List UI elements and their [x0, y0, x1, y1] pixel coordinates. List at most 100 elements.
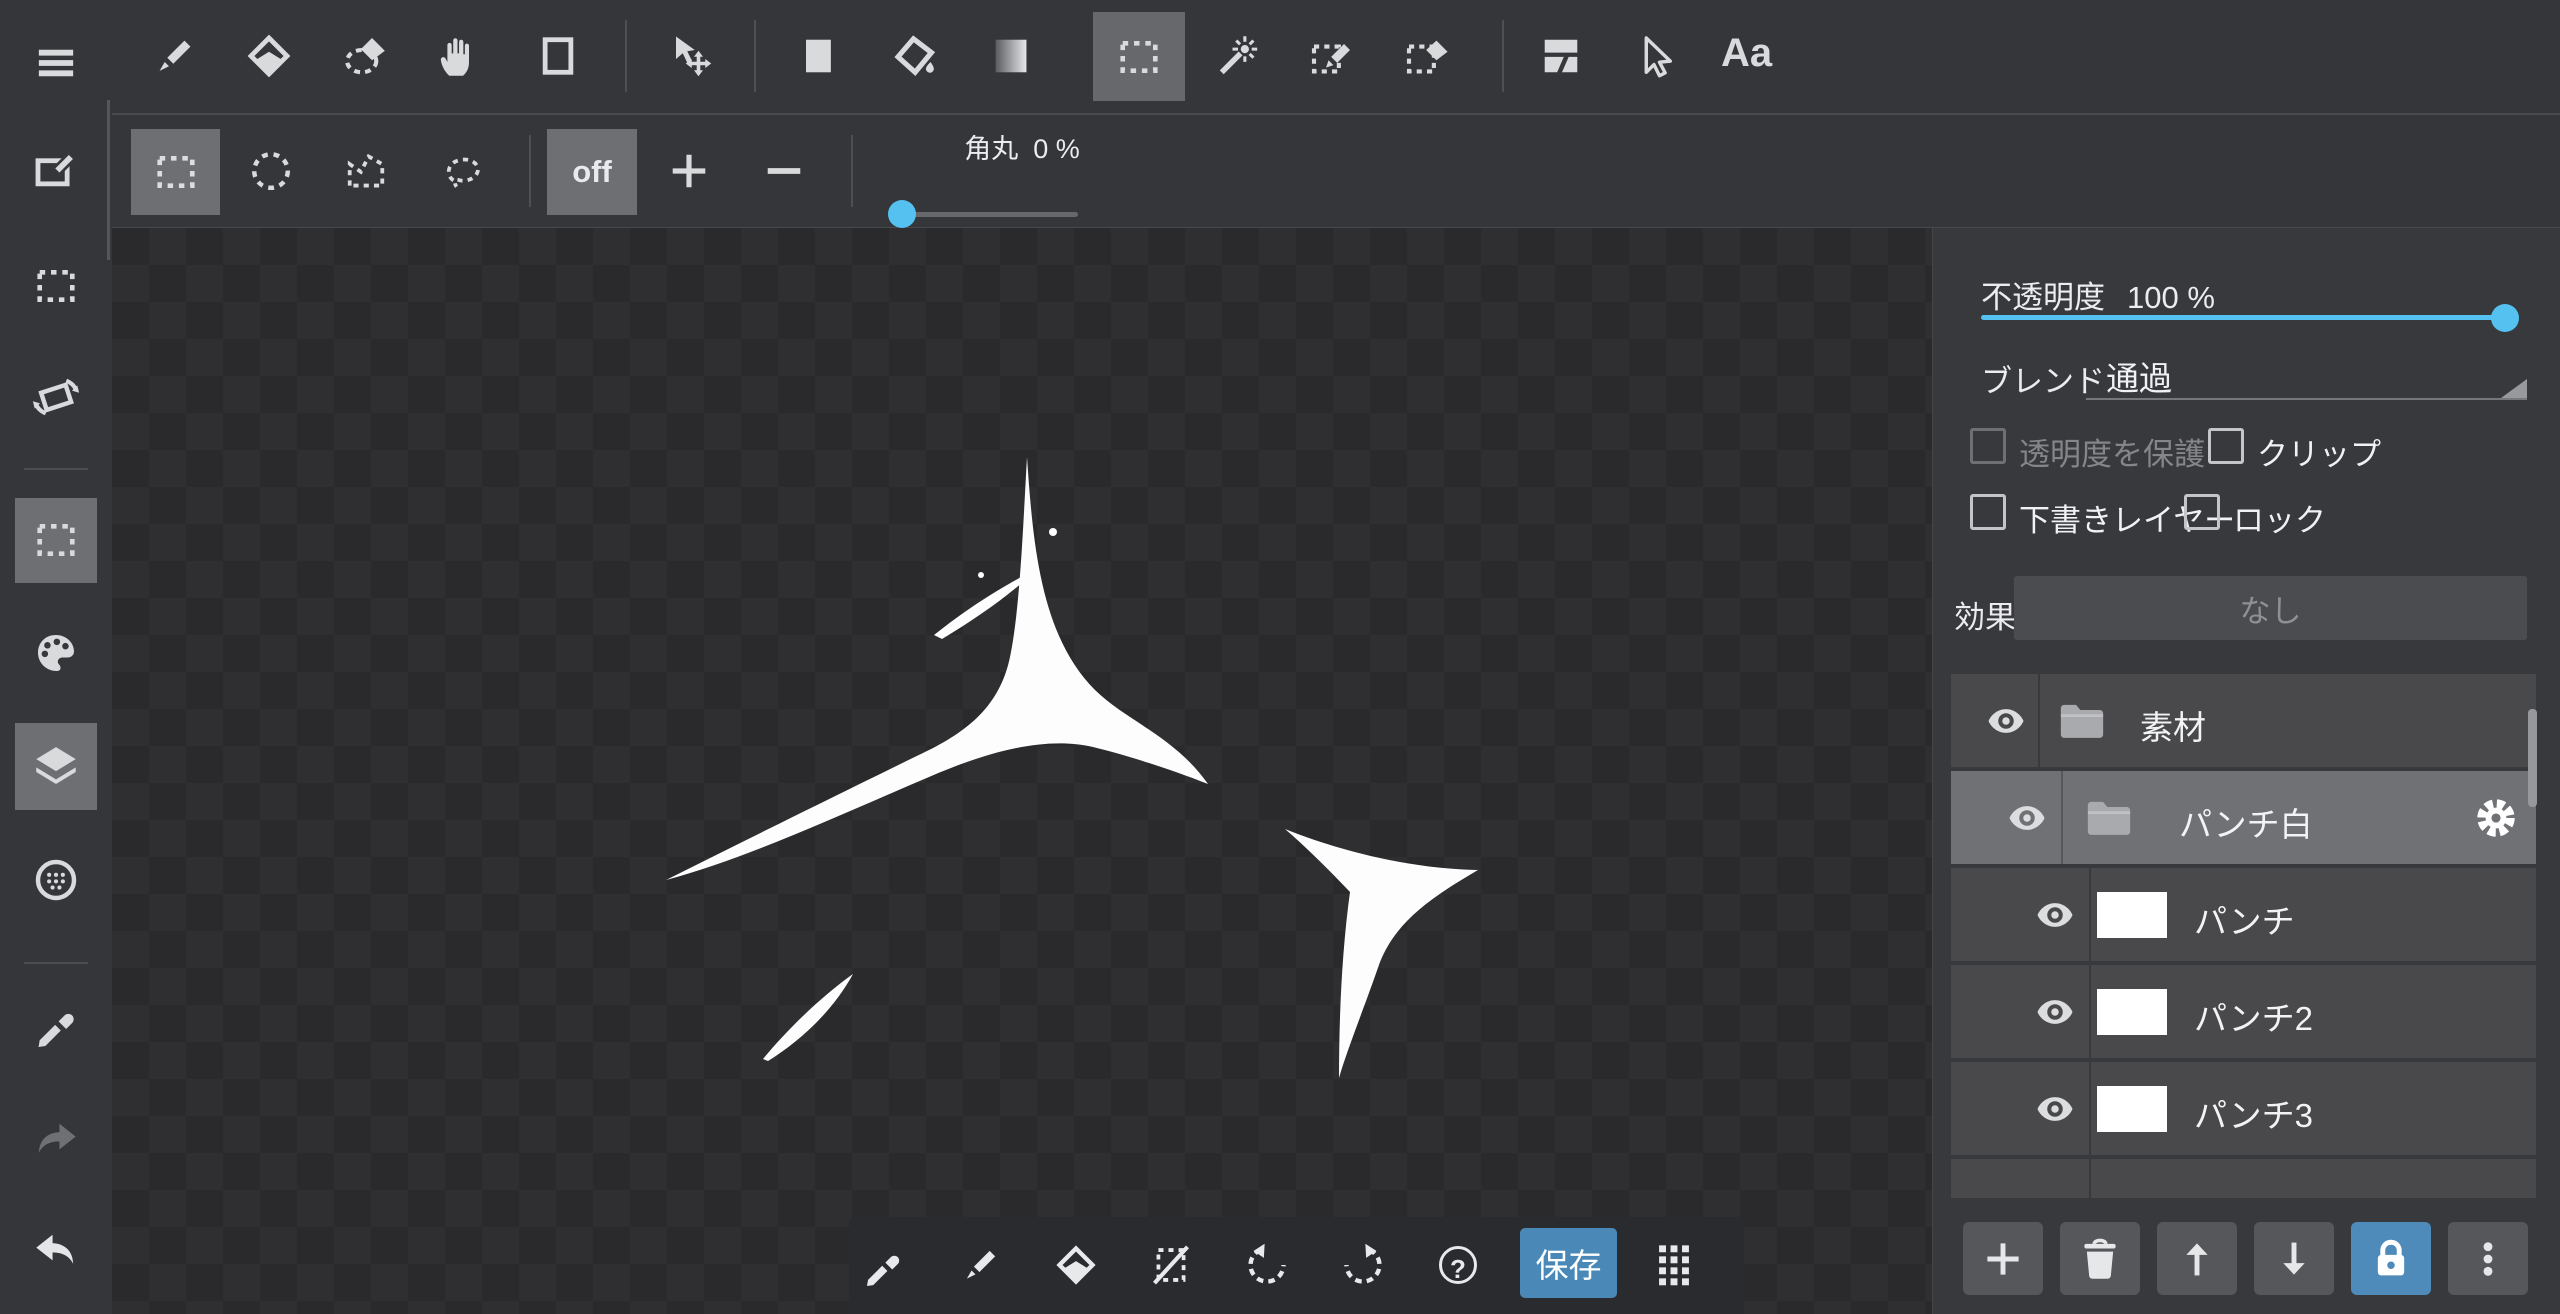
trash-icon — [2077, 1236, 2123, 1282]
blend-value: 通過 — [2106, 352, 2172, 400]
layer-row-sozai[interactable]: 素材 — [1951, 674, 2536, 767]
panel-divide-tool-button[interactable] — [1537, 32, 1585, 80]
main-toolbar: Aa — [112, 0, 2560, 115]
corner-radius-slider[interactable] — [890, 199, 1078, 229]
add-layer-button[interactable] — [1963, 1222, 2043, 1295]
lock-layer-button[interactable] — [2351, 1222, 2431, 1295]
select-pen-tool-button[interactable] — [1308, 32, 1356, 80]
blend-mode-select[interactable]: 通過 — [2086, 350, 2527, 400]
select-tool-button[interactable] — [1093, 12, 1185, 101]
filled-square-icon — [794, 32, 842, 80]
panel-divide-icon — [1537, 32, 1585, 80]
move-layer-up-button[interactable] — [2157, 1222, 2237, 1295]
layer-list-scrollbar[interactable] — [2528, 709, 2537, 807]
gradient-tool-button[interactable] — [987, 32, 1035, 80]
lasso-eraser-tool-button[interactable] — [342, 32, 390, 80]
slider-knob[interactable] — [888, 200, 916, 228]
move-layer-down-button[interactable] — [2254, 1222, 2334, 1295]
layer-more-options-button[interactable] — [2448, 1222, 2528, 1295]
fill-rect-tool-button[interactable] — [794, 32, 842, 80]
opacity-slider[interactable] — [1981, 304, 2506, 332]
layer-row-punch3[interactable]: パンチ3 — [1951, 1062, 2536, 1155]
new-canvas-button[interactable] — [32, 147, 80, 195]
bucket-tool-button[interactable] — [892, 32, 940, 80]
lock-icon — [2368, 1236, 2414, 1282]
layer-settings-gear-icon[interactable] — [2474, 796, 2518, 840]
deselect-button[interactable] — [1149, 1243, 1193, 1287]
quick-eyedropper-button[interactable] — [861, 1243, 905, 1287]
layers-panel-button[interactable] — [32, 742, 80, 790]
move-tool-button[interactable] — [667, 32, 715, 80]
protect-alpha-checkbox[interactable] — [1970, 428, 2006, 464]
toolbar-divider — [625, 20, 627, 92]
frame-icon — [534, 32, 582, 80]
layer-thumbnail — [2097, 1086, 2167, 1132]
color-palette-button[interactable] — [32, 629, 80, 677]
layer-row-punch2[interactable]: パンチ2 — [1951, 965, 2536, 1058]
vertical-dots-icon — [2465, 1236, 2511, 1282]
folder-icon — [2083, 796, 2135, 840]
corner-unit: % — [1056, 134, 1080, 164]
quick-pencil-button[interactable] — [959, 1243, 1003, 1287]
cursor-tool-button[interactable] — [1630, 32, 1678, 80]
lock-checkbox[interactable] — [2184, 494, 2220, 530]
sidebar-scrollbar[interactable] — [107, 100, 110, 260]
dropdown-triangle-icon — [2501, 379, 2527, 398]
clip-checkbox[interactable] — [2208, 428, 2244, 464]
text-tool-button[interactable]: Aa — [1715, 30, 1778, 77]
quick-undo-button[interactable] — [1245, 1243, 1289, 1287]
grid-menu-button[interactable] — [1652, 1243, 1696, 1287]
plus-icon — [1980, 1236, 2026, 1282]
select-pen-icon — [1308, 32, 1356, 80]
drawing-canvas[interactable]: ? 保存 — [112, 228, 1932, 1314]
layer-row-partial[interactable] — [1951, 1159, 2536, 1198]
magic-wand-icon — [1214, 32, 1262, 80]
lasso-select-shape-button[interactable] — [438, 147, 486, 195]
quick-redo-button[interactable] — [1341, 1243, 1385, 1287]
effect-select-button[interactable]: なし — [2014, 576, 2527, 640]
protect-alpha-label: 透明度を保護 — [2019, 429, 2205, 474]
draft-layer-checkbox[interactable] — [1970, 494, 2006, 530]
arrow-down-icon — [2271, 1236, 2317, 1282]
rect-select-icon — [152, 148, 200, 196]
eyedropper-button[interactable] — [32, 1000, 80, 1048]
subtract-selection-button[interactable] — [760, 147, 808, 195]
polygon-select-shape-button[interactable] — [342, 147, 390, 195]
menu-button[interactable] — [32, 39, 80, 87]
selection-off-button[interactable]: off — [547, 129, 637, 215]
edit-icon — [32, 147, 80, 195]
selection-icon — [32, 262, 80, 310]
lasso-select-icon — [438, 147, 486, 195]
layer-row-punch-white[interactable]: パンチ白 — [1951, 771, 2536, 864]
materials-button[interactable] — [32, 856, 80, 904]
select-eraser-tool-button[interactable] — [1403, 32, 1451, 80]
slider-knob[interactable] — [2491, 304, 2519, 332]
redo-button[interactable] — [32, 1116, 80, 1164]
select-panel-button[interactable] — [32, 262, 80, 310]
hand-tool-button[interactable] — [433, 32, 481, 80]
rect-select-shape-button[interactable] — [131, 129, 220, 215]
ellipse-select-shape-button[interactable] — [247, 147, 295, 195]
corner-value: 0 — [1033, 134, 1048, 164]
slider-track — [890, 212, 1078, 217]
selection-tool-button[interactable] — [32, 516, 80, 564]
grid-dots-icon — [1652, 1243, 1696, 1287]
eraser-tool-button[interactable] — [245, 32, 293, 80]
help-button[interactable]: ? — [1439, 1246, 1477, 1284]
paint-bucket-icon — [892, 32, 940, 80]
pencil-tool-button[interactable] — [151, 32, 199, 80]
undo-arrow-icon — [32, 1227, 80, 1275]
plus-icon — [665, 147, 713, 195]
magic-wand-tool-button[interactable] — [1214, 32, 1262, 80]
quick-eraser-button[interactable] — [1054, 1243, 1098, 1287]
layer-row-punch[interactable]: パンチ — [1951, 868, 2536, 961]
rotate-canvas-button[interactable] — [32, 373, 80, 421]
add-selection-button[interactable] — [665, 147, 713, 195]
undo-button[interactable] — [32, 1227, 80, 1275]
pencil-icon — [959, 1243, 1003, 1287]
corner-label-text: 角丸 — [964, 134, 1018, 164]
frame-tool-button[interactable] — [534, 32, 582, 80]
toolbar-divider — [1502, 20, 1504, 92]
save-button[interactable]: 保存 — [1520, 1228, 1617, 1298]
delete-layer-button[interactable] — [2060, 1222, 2140, 1295]
